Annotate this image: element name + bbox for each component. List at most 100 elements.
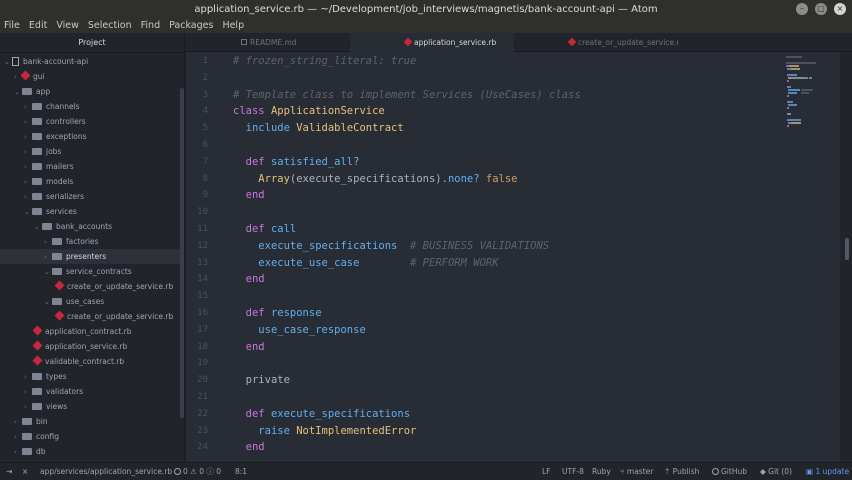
tree-item-label: bin <box>36 417 48 426</box>
tab-create-or-update-service[interactable]: create_or_update_service.rb <box>514 33 678 52</box>
close-panel-icon[interactable]: × <box>22 463 28 480</box>
tree-item[interactable]: › bin <box>0 414 180 429</box>
tab-readme[interactable]: README.md <box>186 33 350 52</box>
line-number: 3 <box>202 89 208 100</box>
chevron-right-icon: › <box>24 103 27 111</box>
chevron-down-icon: ⌄ <box>44 298 50 306</box>
folder-icon <box>52 268 62 275</box>
tree-item[interactable]: › channels <box>0 99 180 114</box>
tree-item-label: channels <box>46 102 80 111</box>
tree-item[interactable]: ⌄ app <box>0 84 180 99</box>
publish-button[interactable]: ⇡ Publish <box>664 463 699 480</box>
code-line: # frozen_string_literal: true <box>233 55 417 67</box>
tree-item[interactable]: ⌄ service_contracts <box>0 264 180 279</box>
status-file-path[interactable]: app/services/application_service.rb <box>40 463 172 480</box>
minimap-line <box>787 80 789 82</box>
ruby-icon <box>54 280 65 291</box>
chevron-right-icon: › <box>24 388 27 396</box>
code-line: class ApplicationService <box>233 105 385 118</box>
minimap-line <box>786 56 802 58</box>
code-line: execute_use_case # PERFORM WORK <box>258 256 499 269</box>
cursor-position[interactable]: 8:1 <box>235 463 247 480</box>
tree-item[interactable]: › models <box>0 174 180 189</box>
menu-file[interactable]: File <box>4 19 20 33</box>
tree-scrollbar[interactable] <box>180 88 184 418</box>
title-bar: application_service.rb — ~/Development/j… <box>0 0 852 19</box>
minimap-line <box>787 113 791 115</box>
chevron-down-icon: ⌄ <box>34 223 40 231</box>
git-button[interactable]: ◆ Git (0) <box>760 463 792 480</box>
tree-item-label: serializers <box>46 192 84 201</box>
tree-header[interactable]: Project <box>0 33 184 53</box>
tree-item[interactable]: › config <box>0 429 180 444</box>
tree-item[interactable]: › mailers <box>0 159 180 174</box>
tree-item[interactable]: › exceptions <box>0 129 180 144</box>
file-text-icon <box>241 39 247 45</box>
menu-view[interactable]: View <box>56 19 79 33</box>
code-line: execute_specifications # BUSINESS VALIDA… <box>258 239 550 252</box>
tree-item[interactable]: ⌄ bank_accounts <box>0 219 180 234</box>
minimize-icon[interactable]: – <box>796 3 808 15</box>
menu-bar: File Edit View Selection Find Packages H… <box>0 19 852 33</box>
folder-icon <box>32 133 42 140</box>
upload-icon: ⇡ <box>664 467 673 476</box>
folder-icon <box>42 223 52 230</box>
line-number: 2 <box>202 72 208 83</box>
file-encoding[interactable]: UTF-8 <box>562 463 584 480</box>
tree-item[interactable]: › views <box>0 399 180 414</box>
minimap-line <box>801 89 813 91</box>
folder-icon <box>32 208 42 215</box>
line-number: 5 <box>202 123 208 134</box>
toggle-tree-icon[interactable]: ⇥ <box>6 463 12 480</box>
menu-help[interactable]: Help <box>222 19 244 33</box>
tree-item[interactable]: › jobs <box>0 144 180 159</box>
tree-item[interactable]: application_service.rb <box>0 339 180 354</box>
tree-item[interactable]: › types <box>0 369 180 384</box>
code-line: end <box>245 189 265 202</box>
tree-item[interactable]: › validators <box>0 384 180 399</box>
tab-application-service[interactable]: application_service.rb <box>350 33 514 52</box>
git-branch[interactable]: ⑂ master <box>620 463 653 480</box>
tree-item[interactable]: › factories <box>0 234 180 249</box>
chevron-right-icon: › <box>44 238 47 246</box>
menu-find[interactable]: Find <box>141 19 160 33</box>
github-button[interactable]: GitHub <box>712 463 747 480</box>
minimap-line <box>787 95 789 97</box>
tree-item[interactable]: ⌄ use_cases <box>0 294 180 309</box>
close-icon[interactable]: × <box>834 3 846 15</box>
chevron-right-icon: › <box>24 178 27 186</box>
tree-item[interactable]: › presenters <box>0 249 180 264</box>
tree-item[interactable]: › controllers <box>0 114 180 129</box>
folder-icon <box>32 118 42 125</box>
tree-item[interactable]: application_contract.rb <box>0 324 180 339</box>
grammar-selector[interactable]: Ruby <box>592 463 611 480</box>
github-icon <box>712 468 719 475</box>
code-line: end <box>245 340 265 353</box>
minimap-line <box>787 125 789 127</box>
tree-item[interactable]: › gui <box>0 69 180 84</box>
tree-item-label: factories <box>66 237 99 246</box>
maximize-icon[interactable]: □ <box>815 3 827 15</box>
code-editor[interactable]: 1 # frozen_string_literal: true 2 3 # Templa… <box>186 52 780 462</box>
tree-item[interactable]: create_or_update_service.rb <box>0 309 180 324</box>
tree-item[interactable]: › serializers <box>0 189 180 204</box>
update-notice[interactable]: ▣ 1 update <box>806 463 849 480</box>
tree-item-label: application_service.rb <box>45 342 128 351</box>
editor-scrollbar[interactable] <box>845 238 849 260</box>
minimap[interactable] <box>780 52 840 462</box>
line-ending[interactable]: LF <box>542 463 551 480</box>
tree-item[interactable]: › db <box>0 444 180 459</box>
menu-packages[interactable]: Packages <box>169 19 213 33</box>
tree-item-label: bank_accounts <box>56 222 112 231</box>
menu-selection[interactable]: Selection <box>88 19 132 33</box>
chevron-right-icon: › <box>24 163 27 171</box>
minimap-line <box>789 74 797 76</box>
tree-item[interactable]: validable_contract.rb <box>0 354 180 369</box>
tree-item-label: service_contracts <box>66 267 132 276</box>
tree-item[interactable]: ⌄ bank-account-api <box>0 54 180 69</box>
diagnostics-count[interactable]: 0 ⚠ 0 ⓘ 0 <box>174 463 221 480</box>
menu-edit[interactable]: Edit <box>29 19 47 33</box>
tree-item[interactable]: ⌄ services <box>0 204 180 219</box>
tree-item[interactable]: create_or_update_service.rb <box>0 279 180 294</box>
chevron-down-icon: ⌄ <box>44 268 50 276</box>
